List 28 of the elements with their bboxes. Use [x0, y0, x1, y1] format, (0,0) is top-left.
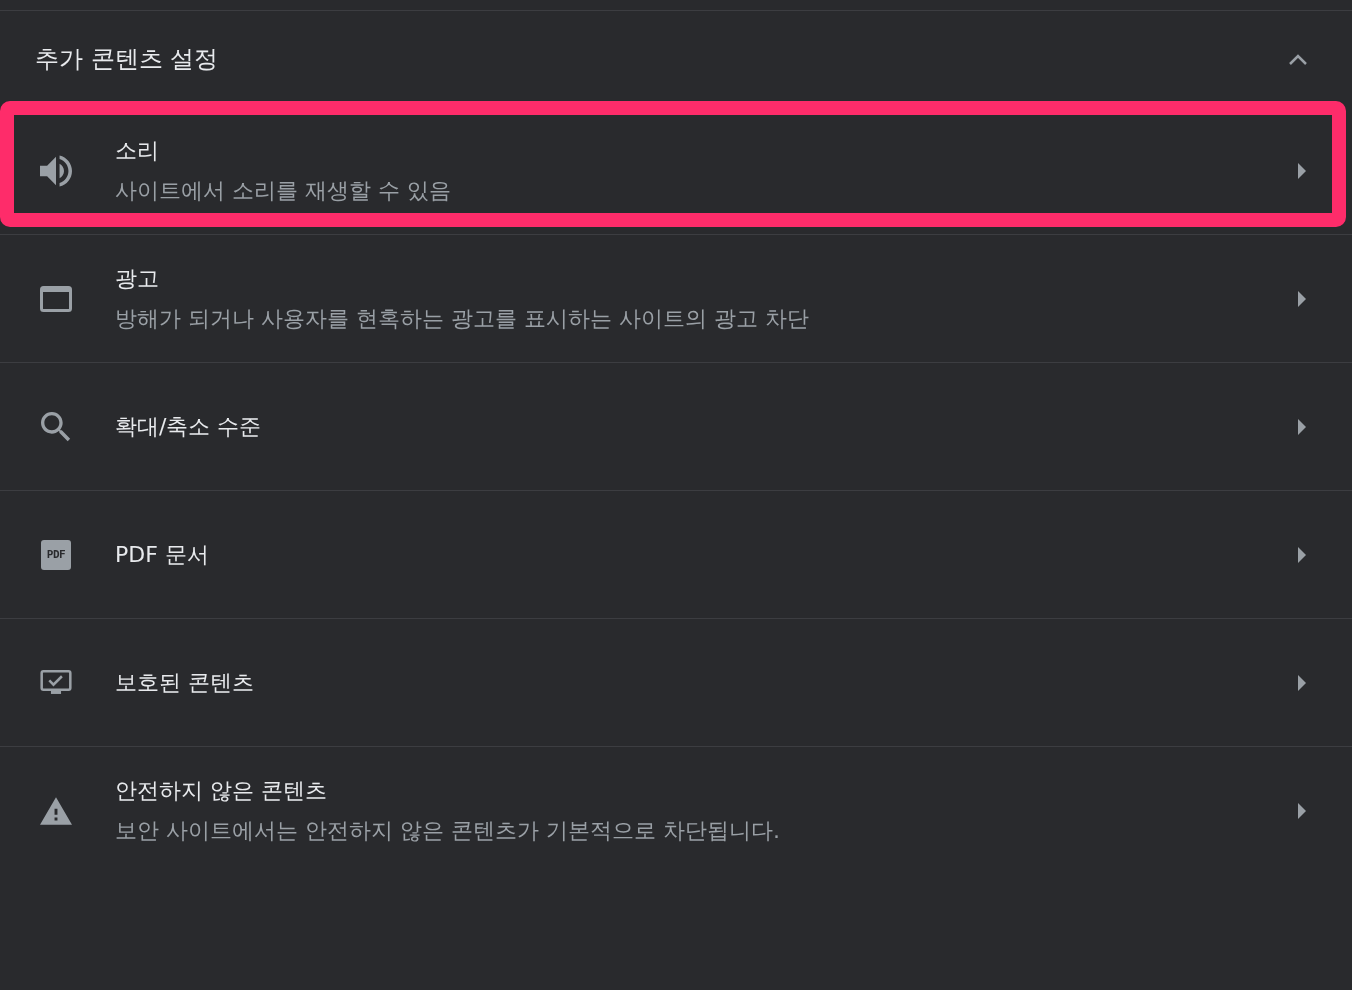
settings-row[interactable]: 안전하지 않은 콘텐츠 보안 사이트에서는 안전하지 않은 콘텐츠가 기본적으로 차단됩니다. [0, 747, 1352, 875]
search-icon [41, 411, 71, 442]
arrow-right-icon [1298, 803, 1306, 819]
pdf-icon: PDF [41, 539, 71, 570]
arrow-right-icon [1298, 418, 1306, 435]
row-description: 보안 사이트에서는 안전하지 않은 콘텐츠가 기본적으로 차단됩니다. [115, 817, 780, 845]
window-icon [40, 284, 72, 313]
arrow-right-icon [1298, 546, 1306, 563]
row-description: 사이트에서 소리를 재생할 수 있음 [115, 176, 451, 205]
row-title: PDF 문서 [115, 540, 209, 569]
warning-icon [40, 795, 72, 827]
row-title: 확대/축소 수준 [115, 412, 262, 441]
speaker-icon [40, 154, 72, 187]
section-title: 추가 콘텐츠 설정 [35, 44, 219, 75]
settings-row[interactable]: 소리 사이트에서 소리를 재생할 수 있음 [0, 107, 1352, 235]
arrow-right-icon [1298, 290, 1306, 307]
settings-row[interactable]: PDF PDF 문서 [0, 491, 1352, 619]
settings-row[interactable]: 보호된 콘텐츠 [0, 619, 1352, 747]
settings-row[interactable]: 확대/축소 수준 [0, 363, 1352, 491]
row-description: 방해가 되거나 사용자를 현혹하는 광고를 표시하는 사이트의 광고 차단 [115, 304, 809, 333]
arrow-right-icon [1298, 162, 1306, 179]
arrow-right-icon [1298, 674, 1306, 691]
row-title: 보호된 콘텐츠 [115, 668, 254, 697]
chevron-up-icon [1288, 53, 1308, 65]
row-title: 광고 [115, 264, 159, 293]
row-title: 소리 [115, 136, 159, 165]
settings-row[interactable]: 광고 방해가 되거나 사용자를 현혹하는 광고를 표시하는 사이트의 광고 차단 [0, 235, 1352, 363]
row-title: 안전하지 않은 콘텐츠 [115, 777, 327, 805]
